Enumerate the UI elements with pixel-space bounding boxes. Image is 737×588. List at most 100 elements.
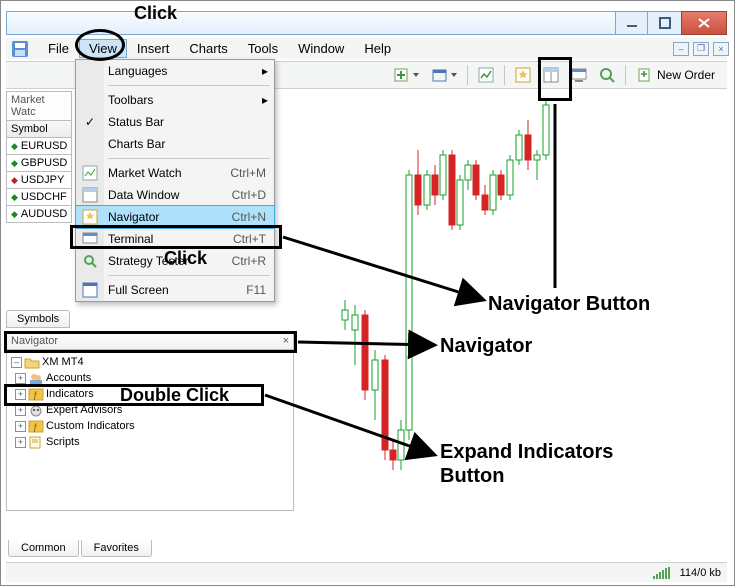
data-icon (81, 186, 99, 204)
navigator-title: Navigator (11, 335, 58, 347)
tree-root[interactable]: – XM MT4 (11, 354, 291, 370)
status-bar: 114/0 kb (6, 562, 727, 582)
market-watch-row[interactable]: ◆AUDUSD (6, 206, 72, 223)
mdi-restore-button[interactable]: ❐ (693, 42, 709, 56)
menu-item-toolbars[interactable]: Toolbars ▸ (76, 89, 274, 111)
navigator-button[interactable] (510, 64, 536, 86)
mdi-controls: – ❐ × (673, 38, 729, 59)
menu-help[interactable]: Help (354, 39, 401, 58)
market-watch-button[interactable] (473, 64, 499, 86)
symbol-label: GBPUSD (21, 157, 67, 169)
menu-item-navigator[interactable]: Navigator Ctrl+N (76, 206, 274, 228)
menu-item-label: Navigator (108, 210, 159, 224)
tree-item-indicators[interactable]: + ƒ Indicators (9, 386, 291, 402)
tab-favorites[interactable]: Favorites (81, 540, 152, 557)
shortcut-label: F11 (246, 283, 266, 297)
expand-icon[interactable]: + (15, 437, 26, 448)
expand-icon[interactable]: + (15, 405, 26, 416)
mdi-close-button[interactable]: × (713, 42, 729, 56)
menu-item-full-screen[interactable]: Full ScreenF11 (76, 279, 274, 301)
menu-item-label: Market Watch (108, 166, 182, 180)
menu-window[interactable]: Window (288, 39, 354, 58)
menu-item-label: Languages (108, 64, 167, 78)
menu-item-data-window[interactable]: Data WindowCtrl+D (76, 184, 274, 206)
shortcut-label: Ctrl+T (233, 232, 266, 246)
navigator-tabs: Common Favorites (8, 540, 154, 557)
new-chart-button[interactable] (388, 64, 424, 86)
market-watch-panel: Market Watc Symbol ◆EURUSD◆GBPUSD◆USDJPY… (6, 91, 72, 211)
menu-file[interactable]: File (38, 39, 79, 58)
ind-icon: ƒ (28, 419, 44, 433)
tree-item-scripts[interactable]: + Scripts (9, 434, 291, 450)
nav-icon (81, 208, 99, 226)
maximize-button[interactable] (647, 12, 681, 34)
menu-item-label: Toolbars (108, 93, 153, 107)
menu-item-terminal[interactable]: Terminal Ctrl+T (76, 228, 274, 250)
tree-item-label: Scripts (46, 436, 80, 448)
data-window-button[interactable] (538, 64, 564, 86)
close-button[interactable] (681, 11, 727, 35)
menu-view[interactable]: View (79, 39, 127, 58)
symbols-tab[interactable]: Symbols (6, 310, 70, 328)
menu-item-strategy-tester[interactable]: Strategy TesterCtrl+R (76, 250, 274, 272)
expand-icon[interactable]: + (15, 421, 26, 432)
scr-icon (28, 435, 44, 449)
market-watch-row[interactable]: ◆USDJPY (6, 172, 72, 189)
toolbar-sep (625, 65, 626, 85)
connection-bars-icon (653, 567, 670, 579)
menu-item-market-watch[interactable]: Market Watch Ctrl+M (76, 162, 274, 184)
acc-icon (28, 371, 44, 385)
tree-root-label: XM MT4 (42, 356, 84, 368)
market-watch-row[interactable]: ◆EURUSD (6, 138, 72, 155)
profiles-button[interactable] (426, 64, 462, 86)
tree-item-custom-indicators[interactable]: +ƒCustom Indicators (9, 418, 291, 434)
menu-item-charts-bar[interactable]: Charts Bar (76, 133, 274, 155)
collapse-icon[interactable]: – (11, 357, 22, 368)
symbol-label: AUDUSD (21, 208, 67, 220)
candlestick-chart[interactable] (296, 91, 726, 551)
submenu-arrow-icon: ▸ (262, 93, 268, 107)
menu-item-languages[interactable]: Languages▸ (76, 60, 274, 82)
symbol-label: USDCHF (21, 191, 67, 203)
tree-item-expert-advisors[interactable]: + Expert Advisors (9, 402, 291, 418)
menu-insert[interactable]: Insert (127, 39, 180, 58)
navigator-title-bar[interactable]: Navigator × (6, 332, 294, 350)
app-icon (10, 39, 30, 59)
toolbar-sep (467, 65, 468, 85)
direction-icon: ◆ (11, 209, 18, 220)
menu-item-label: Terminal (108, 232, 153, 246)
market-watch-row[interactable]: ◆USDCHF (6, 189, 72, 206)
direction-icon: ◆ (11, 158, 18, 169)
mag-icon (81, 252, 99, 270)
menu-item-label: Charts Bar (108, 137, 165, 151)
menu-separator (108, 158, 270, 159)
tree-item-label: Expert Advisors (46, 404, 122, 416)
tree-item-accounts[interactable]: +Accounts (9, 370, 291, 386)
new-order-label: New Order (657, 68, 715, 82)
minimize-button[interactable] (615, 12, 647, 34)
market-watch-row[interactable]: ◆GBPUSD (6, 155, 72, 172)
shortcut-label: Ctrl+D (232, 188, 266, 202)
menu-item-status-bar[interactable]: ✓Status Bar (76, 111, 274, 133)
navigator-close-icon[interactable]: × (283, 335, 289, 347)
expand-icon[interactable]: + (15, 373, 26, 384)
navigator-tree: –XM MT4+Accounts+ƒIndicators+Expert Advi… (6, 350, 294, 511)
menu-item-label: Strategy Tester (108, 254, 188, 268)
svg-text:ƒ: ƒ (33, 390, 38, 400)
titlebar (6, 11, 727, 35)
menu-charts[interactable]: Charts (179, 39, 237, 58)
tree-item-label: Indicators (46, 388, 94, 400)
new-order-button[interactable]: New Order (631, 64, 721, 86)
mdi-minimize-button[interactable]: – (673, 42, 689, 56)
menu-tools[interactable]: Tools (238, 39, 288, 58)
toolbar-sep (504, 65, 505, 85)
direction-icon: ◆ (11, 175, 18, 186)
expand-icon[interactable]: + (15, 389, 26, 400)
symbol-label: EURUSD (21, 140, 67, 152)
shortcut-label: Ctrl+M (230, 166, 266, 180)
strategy-tester-button[interactable] (594, 64, 620, 86)
terminal-button[interactable] (566, 64, 592, 86)
shortcut-label: Ctrl+N (232, 210, 266, 224)
menu-item-label: Status Bar (108, 115, 164, 129)
tab-common[interactable]: Common (8, 540, 79, 557)
